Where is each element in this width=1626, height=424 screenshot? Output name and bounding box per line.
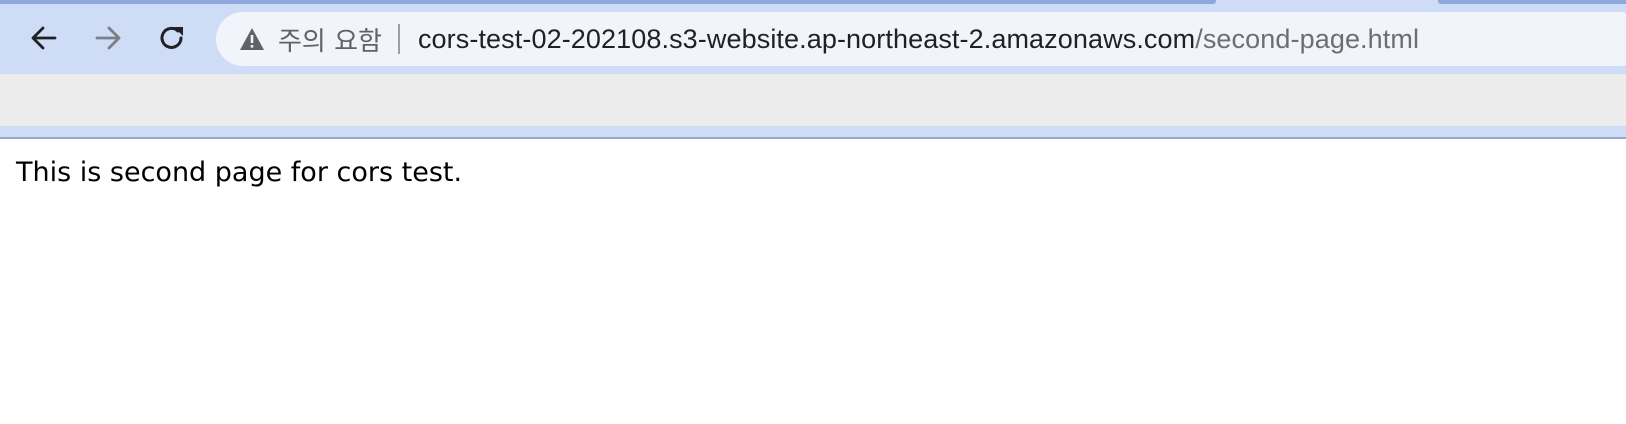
reload-icon — [160, 26, 183, 49]
inactive-tab-edge — [1438, 0, 1626, 4]
back-button[interactable] — [24, 18, 64, 58]
page-body-text: This is second page for cors test. — [16, 157, 463, 188]
page-content: This is second page for cors test. — [0, 139, 1626, 424]
url-host: cors-test-02-202108.s3-website.ap-northe… — [417, 23, 1196, 54]
browser-window: 주의 요함 cors-test-02-202108.s3-website.ap-… — [0, 0, 1626, 424]
url-path: /second-page.html — [1195, 23, 1420, 54]
warning-triangle-icon[interactable] — [238, 25, 266, 53]
reload-button[interactable] — [152, 18, 192, 58]
arrow-right-icon — [95, 26, 121, 50]
address-bar[interactable]: 주의 요함 cors-test-02-202108.s3-website.ap-… — [216, 12, 1626, 66]
omnibox-divider — [397, 24, 400, 54]
url-text[interactable]: cors-test-02-202108.s3-website.ap-northe… — [418, 24, 1419, 55]
arrow-left-icon — [31, 26, 57, 50]
security-status-label[interactable]: 주의 요함 — [278, 21, 382, 58]
active-tab-edge — [0, 0, 1216, 4]
forward-button[interactable] — [88, 18, 128, 58]
bookmarks-bar — [0, 74, 1626, 126]
